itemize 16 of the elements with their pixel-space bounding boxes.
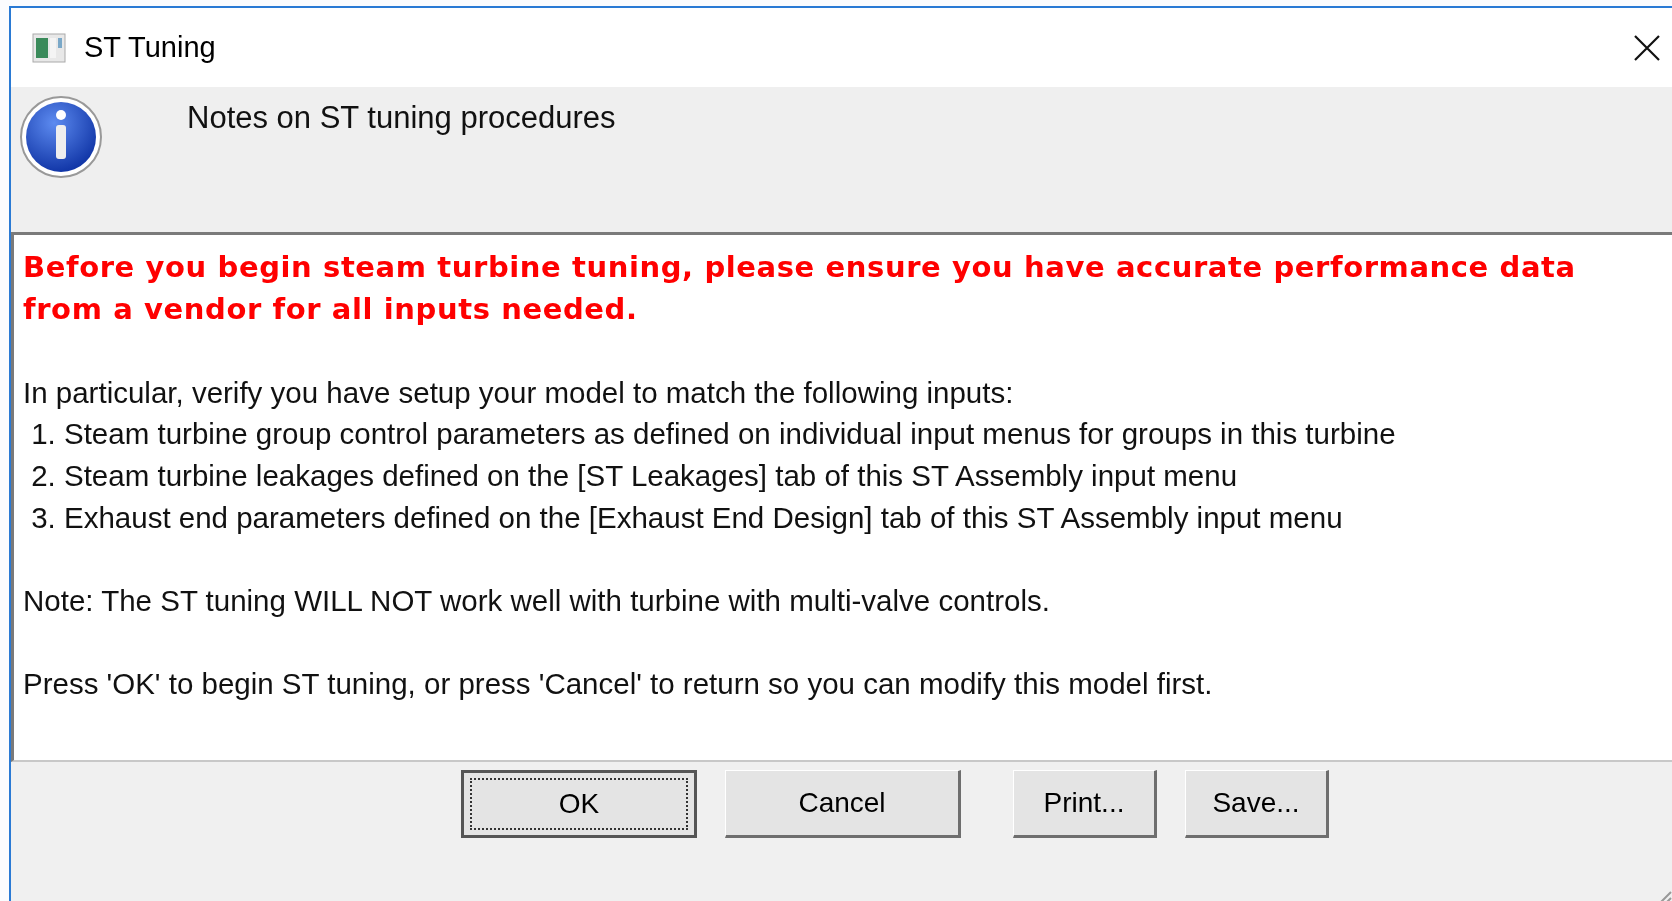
dialog-button[interactable]: Save... xyxy=(1185,770,1329,838)
app-icon xyxy=(32,32,66,63)
dialog-heading: Notes on ST tuning procedures xyxy=(187,100,616,136)
note-text: In particular, verify you have setup your model to match the following inputs: xyxy=(23,374,1015,411)
info-icon xyxy=(19,95,103,179)
dialog-button[interactable]: Cancel xyxy=(725,770,961,838)
list-item-text: 3. Exhaust end parameters defined on the [Exhaust End Design] tab of this ST Assembly input menu xyxy=(30,499,1344,536)
list-item-text: 2. Steam turbine leakages defined on the [ST Leakages] tab of this ST Assembly input menu xyxy=(30,457,1239,494)
dialog-button[interactable]: Print... xyxy=(1013,770,1157,838)
note-text: Press 'OK' to begin ST tuning, or press 'Cancel' to return so you can modify this model first. xyxy=(23,665,1214,702)
window-title: ST Tuning xyxy=(84,31,216,64)
note-text: Note: The ST tuning WILL NOT work well with turbine with multi-valve controls. xyxy=(23,582,1051,619)
close-icon[interactable] xyxy=(1633,33,1661,62)
warning-text: Before you begin steam turbine tuning, please ensure you have accurate performance data from a vendor for all inputs needed. xyxy=(23,249,1577,328)
dialog-button[interactable]: OK xyxy=(461,770,697,838)
list-item-text: 1. Steam turbine group control parameters as defined on individual input menus for groups in this turbine xyxy=(30,416,1397,453)
